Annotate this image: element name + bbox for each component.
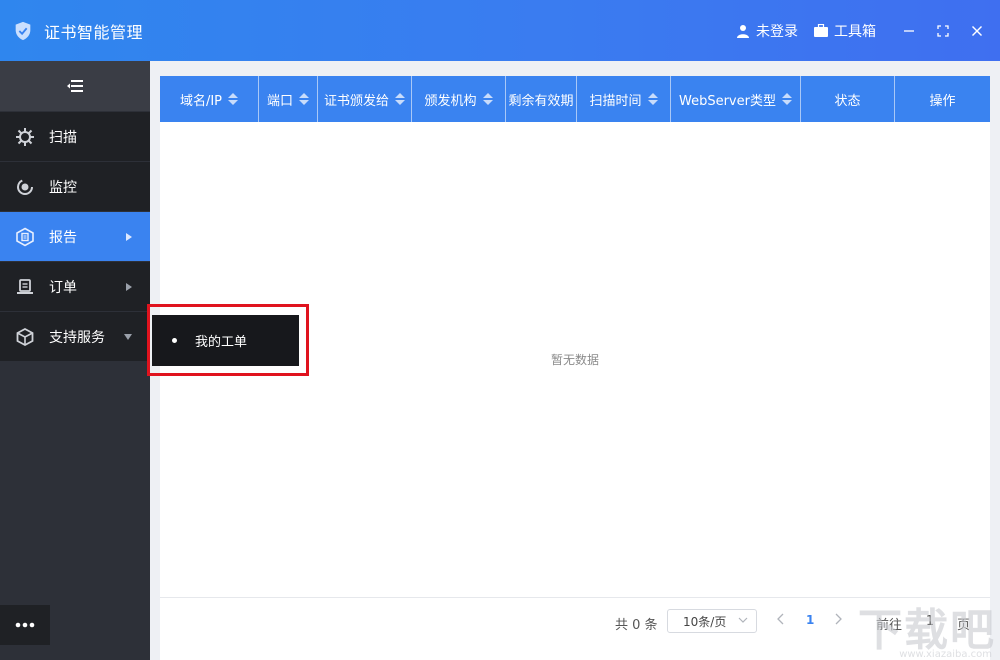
- chevron-right-icon: [126, 283, 132, 291]
- sidebar-item-support[interactable]: 支持服务: [0, 311, 150, 361]
- column-header-actions: 操作: [895, 76, 990, 122]
- chevron-right-icon: [126, 233, 132, 241]
- column-header-scan-time[interactable]: 扫描时间: [577, 76, 671, 122]
- sidebar-item-monitor[interactable]: 监控: [0, 161, 150, 211]
- toolbox-icon: [814, 24, 828, 37]
- sort-icon: [228, 93, 238, 105]
- column-header-issued-to[interactable]: 证书颁发给: [318, 76, 412, 122]
- login-button[interactable]: 未登录: [736, 21, 798, 41]
- minimize-icon: [903, 25, 915, 37]
- sidebar-item-label: 支持服务: [49, 327, 105, 347]
- report-table-panel: 域名/IP 端口 证书颁发给 颁发机构 剩余有效期 扫描时间: [160, 76, 990, 660]
- bullet-icon: [172, 338, 177, 343]
- watermark-url: www.xiazaiba.com: [899, 649, 992, 660]
- user-icon: [736, 24, 750, 38]
- column-label: 剩余有效期: [508, 90, 573, 109]
- column-label: 域名/IP: [180, 90, 222, 109]
- monitor-icon: [15, 177, 35, 197]
- sidebar: 扫描 监控 报告 订单 支持服务: [0, 61, 150, 660]
- sort-icon: [483, 93, 493, 105]
- sidebar-item-label: 扫描: [49, 127, 77, 147]
- shield-logo-icon: [12, 20, 34, 42]
- report-icon: [15, 227, 35, 247]
- sidebar-collapse-button[interactable]: [0, 61, 150, 111]
- toolbox-button[interactable]: 工具箱: [814, 21, 876, 41]
- next-page-button[interactable]: [834, 613, 842, 625]
- app-title: 证书智能管理: [44, 19, 143, 43]
- total-count: 共 0 条: [615, 614, 658, 633]
- column-header-issuer[interactable]: 颁发机构: [412, 76, 506, 122]
- submenu-item-label: 我的工单: [195, 331, 247, 350]
- login-label: 未登录: [756, 21, 798, 41]
- column-label: 端口: [267, 90, 293, 109]
- maximize-button[interactable]: [926, 14, 960, 48]
- column-label: 操作: [929, 90, 955, 109]
- column-label: 颁发机构: [424, 90, 476, 109]
- column-header-status[interactable]: 状态: [801, 76, 895, 122]
- column-label: 状态: [834, 90, 860, 109]
- toolbox-label: 工具箱: [834, 21, 876, 41]
- sidebar-item-report[interactable]: 报告: [0, 211, 150, 261]
- sort-icon: [648, 93, 658, 105]
- menu-collapse-icon: [67, 80, 83, 92]
- scan-icon: [15, 127, 35, 147]
- column-label: WebServer类型: [679, 90, 776, 109]
- table-header: 域名/IP 端口 证书颁发给 颁发机构 剩余有效期 扫描时间: [160, 76, 990, 122]
- column-label: 证书颁发给: [324, 90, 389, 109]
- support-icon: [15, 327, 35, 347]
- page-number-current[interactable]: 1: [806, 613, 814, 627]
- sidebar-item-order[interactable]: 订单: [0, 261, 150, 311]
- maximize-icon: [937, 25, 949, 37]
- column-header-port[interactable]: 端口: [259, 76, 318, 122]
- sort-icon: [782, 93, 792, 105]
- submenu-item-my-tickets[interactable]: 我的工单: [152, 315, 299, 366]
- sort-icon: [299, 93, 309, 105]
- close-button[interactable]: [960, 14, 994, 48]
- page-size-select[interactable]: 10条/页: [667, 609, 757, 633]
- sidebar-item-label: 订单: [49, 277, 77, 297]
- page-size-value: 10条/页: [683, 613, 726, 630]
- sidebar-item-scan[interactable]: 扫描: [0, 111, 150, 161]
- ellipsis-icon: [15, 622, 35, 628]
- column-header-domain[interactable]: 域名/IP: [160, 76, 259, 122]
- chevron-down-icon: [124, 334, 132, 340]
- title-bar: 证书智能管理 未登录 工具箱: [0, 0, 1000, 61]
- more-button[interactable]: [0, 605, 50, 645]
- prev-page-button[interactable]: [777, 613, 785, 625]
- sort-icon: [395, 93, 405, 105]
- column-header-webserver-type[interactable]: WebServer类型: [671, 76, 801, 122]
- close-icon: [971, 25, 983, 37]
- chevron-down-icon: [738, 617, 748, 623]
- minimize-button[interactable]: [892, 14, 926, 48]
- sidebar-item-label: 报告: [49, 227, 77, 247]
- column-header-remaining-validity[interactable]: 剩余有效期: [506, 76, 577, 122]
- order-icon: [15, 277, 35, 297]
- column-label: 扫描时间: [589, 90, 641, 109]
- sidebar-item-label: 监控: [49, 177, 77, 197]
